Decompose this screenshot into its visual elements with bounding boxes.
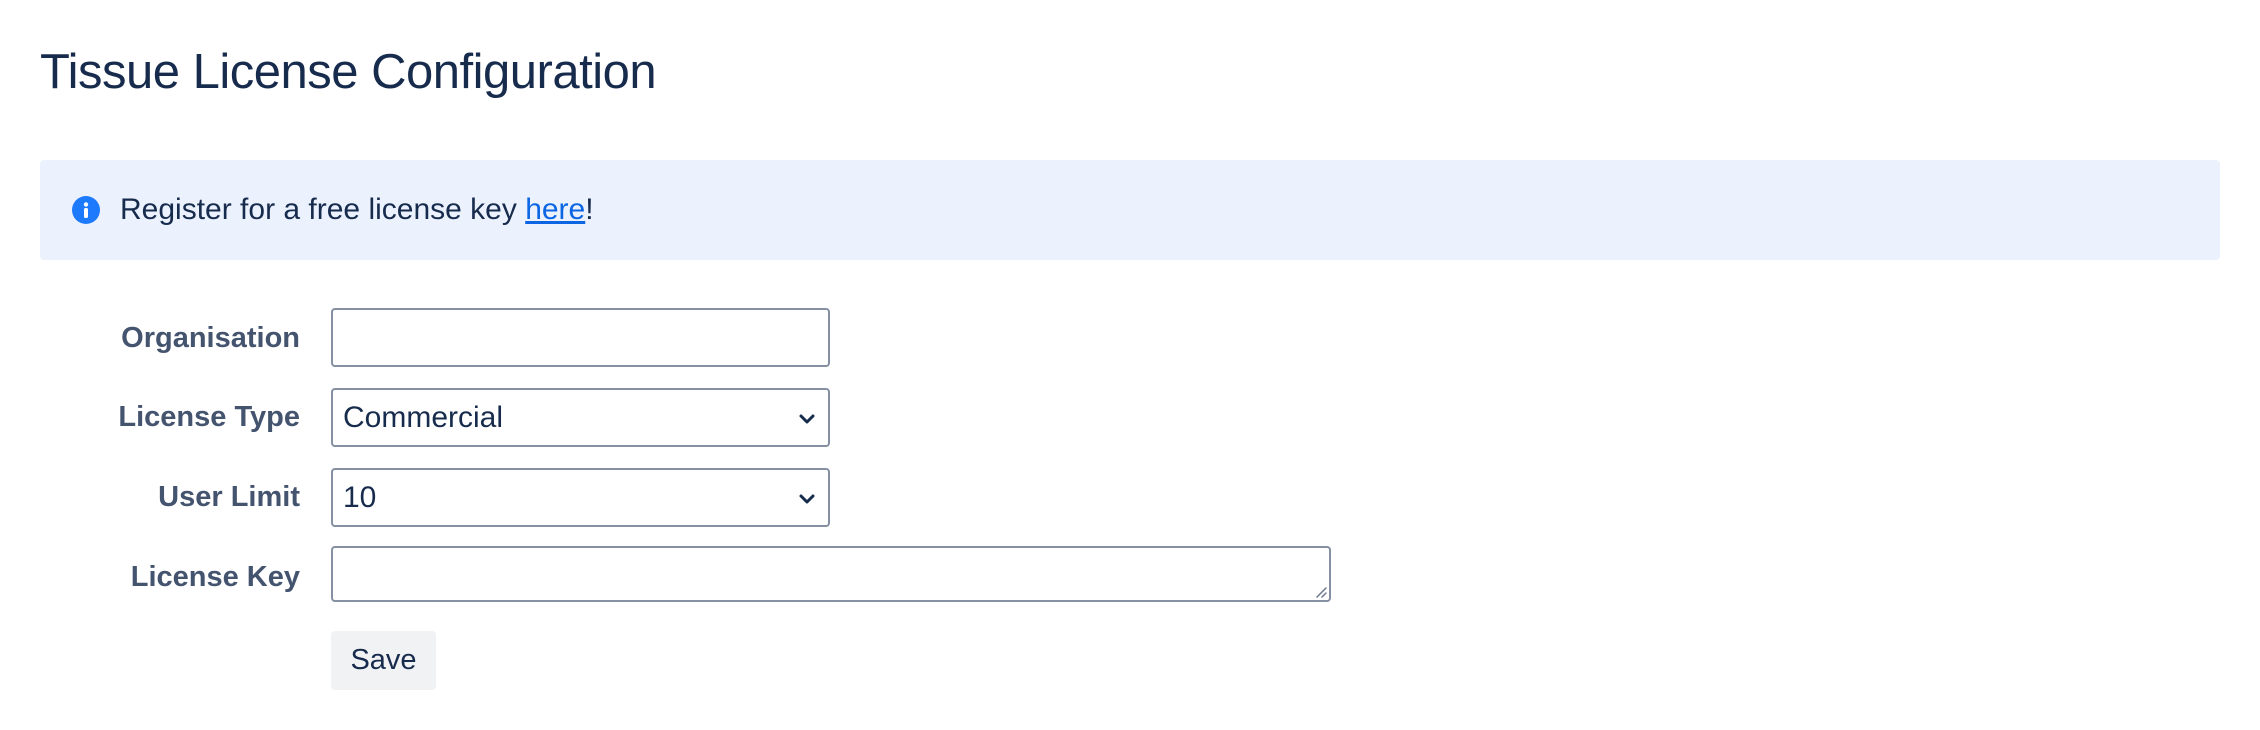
license-config-page: Tissue License Configuration Register fo… <box>0 0 2260 730</box>
info-banner-text: Register for a free license key <box>120 193 526 226</box>
chevron-down-icon <box>799 494 815 504</box>
info-icon <box>72 196 100 224</box>
info-banner-text-end: ! <box>585 193 594 226</box>
resize-handle-icon[interactable] <box>1313 584 1327 598</box>
organisation-label: Organisation <box>121 322 300 354</box>
info-banner: Register for a free license key here! <box>40 160 2220 260</box>
info-banner-message: Register for a free license key here! <box>120 160 594 260</box>
user-limit-value: 10 <box>343 480 377 514</box>
user-limit-select[interactable]: 10 <box>331 468 830 527</box>
license-type-select[interactable]: Commercial <box>331 388 830 447</box>
register-link[interactable]: here <box>525 193 585 226</box>
license-key-label: License Key <box>130 561 300 593</box>
license-type-label: License Type <box>118 401 300 433</box>
user-limit-label: User Limit <box>158 481 300 513</box>
license-type-value: Commercial <box>343 400 504 434</box>
page-title: Tissue License Configuration <box>40 45 657 99</box>
license-key-textarea[interactable] <box>331 546 1331 602</box>
chevron-down-icon <box>799 414 815 424</box>
organisation-input[interactable] <box>331 308 830 367</box>
save-button[interactable]: Save <box>331 631 436 690</box>
